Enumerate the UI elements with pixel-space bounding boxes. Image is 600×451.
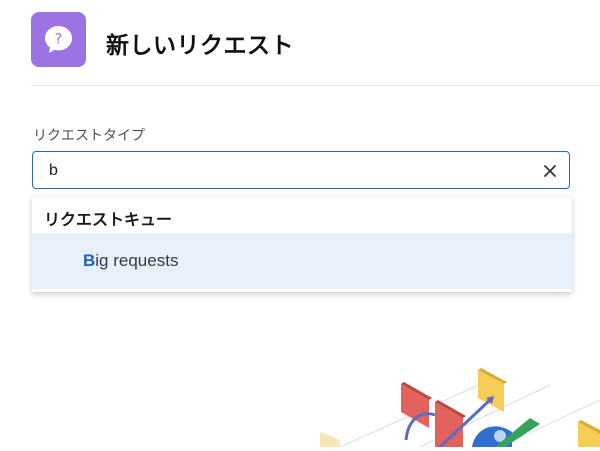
request-type-combobox[interactable] [32,151,570,189]
option-match-text: B [83,251,96,270]
page-title: 新しいリクエスト [106,33,294,59]
help-bubble-icon: ? [31,12,86,67]
svg-text:?: ? [55,32,62,48]
dropdown-option-label: Big requests [83,251,178,271]
dropdown-option[interactable]: Big requests [32,233,572,289]
request-type-input[interactable] [49,160,529,182]
request-type-label: リクエストタイプ [33,128,145,144]
option-rest-text: ig requests [95,251,179,270]
page-header: ? 新しいリクエスト [0,0,600,86]
suggestion-dropdown: リクエストキュー Big requests [32,197,572,292]
workflow-illustration [300,360,600,449]
header-divider [31,85,600,86]
dropdown-group-header: リクエストキュー [44,210,173,229]
close-icon[interactable] [541,162,559,180]
